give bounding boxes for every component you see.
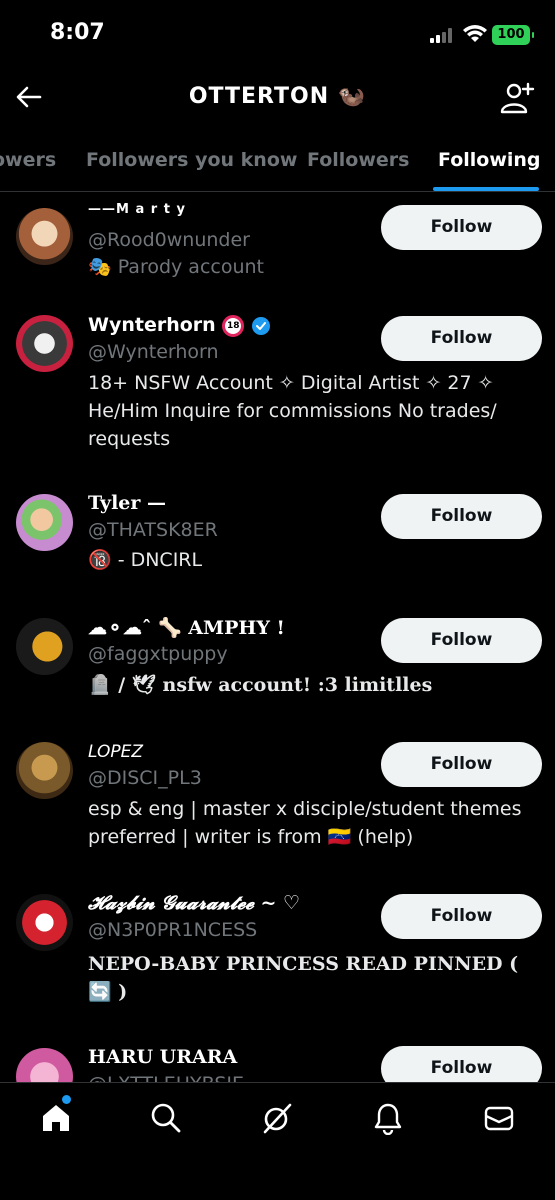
- user-bio: 🪦 / 🕊 nsfw account! :3 limitlles: [88, 674, 433, 696]
- avatar[interactable]: [16, 208, 73, 265]
- user-handle: @THATSK8ER: [88, 519, 218, 541]
- status-bar: 8:07 100: [0, 0, 555, 70]
- tab-following[interactable]: Following: [438, 149, 541, 171]
- user-name: LOPEZ: [88, 742, 143, 762]
- user-name: Tyler —: [88, 492, 167, 514]
- avatar[interactable]: [16, 315, 73, 372]
- user-name: ☁︎⚬☁︎ˆ 🦴 AMPHY !: [88, 617, 285, 639]
- header: OTTERTON 🦦: [0, 70, 555, 128]
- tab-bar: owers Followers you know Followers Follo…: [0, 130, 555, 192]
- follow-button[interactable]: Follow: [381, 316, 542, 361]
- user-handle: @DISCI_PL3: [88, 767, 202, 789]
- avatar[interactable]: [16, 894, 73, 951]
- tab-followers[interactable]: Followers: [307, 149, 409, 171]
- user-name: 𝓗𝓪𝔃𝓫𝓲𝓷 𝓖𝓾𝓪𝓻𝓪𝓷𝓽𝓮𝓮 ~ ♡: [88, 892, 301, 914]
- user-bio: esp & eng | master x disciple/student th…: [88, 798, 522, 848]
- follow-button[interactable]: Follow: [381, 742, 542, 787]
- user-name-row: Wynterhorn 18: [88, 314, 271, 337]
- follow-button[interactable]: Follow: [381, 205, 542, 250]
- user-handle: @Wynterhorn: [88, 341, 219, 363]
- following-list: ——M a r t y @Rood0wnunder 🎭 Parody accou…: [0, 192, 555, 1082]
- tab-followers-you-know[interactable]: Followers you know: [86, 149, 297, 171]
- notifications-icon[interactable]: [371, 1101, 405, 1135]
- user-handle: @faggxtpuppy: [88, 643, 228, 665]
- user-bio: NEPO-BABY PRINCESS READ PINNED ( 🔄 ): [88, 953, 519, 1003]
- home-icon[interactable]: [39, 1101, 73, 1135]
- user-handle: @LXTTLEHYBSIE: [88, 1073, 244, 1082]
- status-time: 8:07: [50, 20, 105, 45]
- follow-button[interactable]: Follow: [381, 618, 542, 663]
- signal-icon: [430, 27, 456, 43]
- notification-dot: [62, 1095, 71, 1104]
- active-tab-indicator: [433, 187, 539, 191]
- grok-icon[interactable]: [260, 1101, 294, 1135]
- follow-button[interactable]: Follow: [381, 1046, 542, 1082]
- user-handle: @N3P0PR1NCESS: [88, 919, 258, 941]
- user-name: HARU URARA: [88, 1046, 238, 1068]
- follow-button[interactable]: Follow: [381, 494, 542, 539]
- avatar[interactable]: [16, 1048, 73, 1082]
- user-name: Wynterhorn: [88, 314, 216, 336]
- battery-icon: 100: [492, 25, 534, 45]
- search-icon[interactable]: [149, 1101, 183, 1135]
- avatar[interactable]: [16, 494, 73, 551]
- adult-badge-icon: 18: [222, 314, 245, 337]
- add-user-icon[interactable]: [499, 80, 535, 116]
- page-title: OTTERTON 🦦: [188, 84, 367, 109]
- messages-icon[interactable]: [482, 1101, 516, 1135]
- user-bio: 18+ NSFW Account ✧ Digital Artist ✧ 27 ✧…: [88, 372, 497, 450]
- follow-button[interactable]: Follow: [381, 894, 542, 939]
- verified-badge-icon: [251, 316, 270, 335]
- user-bio: 🔞 - DNCIRL: [88, 549, 203, 571]
- user-name: ——M a r t y: [88, 202, 186, 217]
- wifi-icon: [463, 25, 487, 42]
- avatar[interactable]: [16, 742, 73, 799]
- tab-followers-you-follow[interactable]: owers: [0, 149, 56, 171]
- user-bio: 🎭 Parody account: [88, 256, 265, 278]
- user-handle: @Rood0wnunder: [88, 229, 250, 251]
- bottom-nav: [0, 1082, 555, 1200]
- avatar[interactable]: [16, 618, 73, 675]
